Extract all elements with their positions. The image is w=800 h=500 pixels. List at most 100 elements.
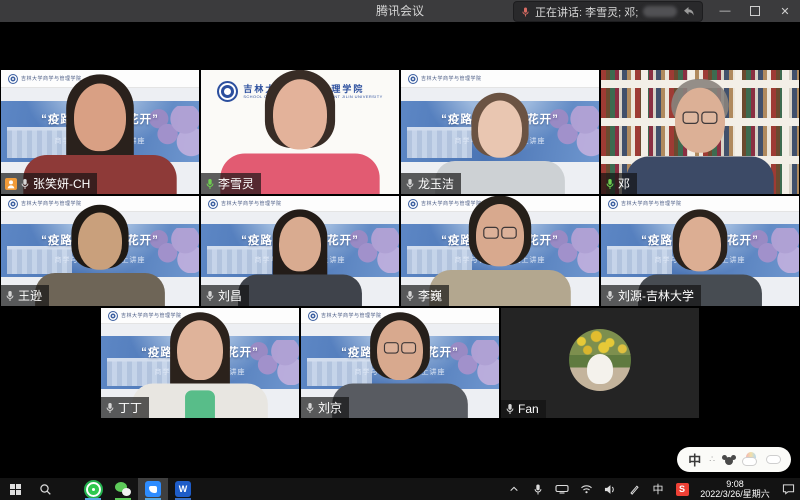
mic-icon (405, 178, 415, 190)
microphone-icon (533, 483, 543, 496)
minimize-button[interactable]: — (710, 0, 740, 22)
tencent-meeting-window: 腾讯会议 正在讲话: 李雪灵; 邓; — ✕ 吉林大学商学与管理 (0, 0, 800, 500)
participant-label: 刘源-吉林大学 (601, 285, 701, 306)
input-language-indicator: 中 (653, 481, 664, 497)
participant-tile[interactable]: 吉林大学商学与管理学院 “疫路同行 静待花开” 商学与管理学院 线上讲座 (1, 70, 199, 194)
person-head (273, 79, 327, 149)
tray-network-button[interactable] (574, 478, 598, 500)
person-inner-shirt (385, 390, 415, 418)
sogou-ime-icon: S (676, 483, 689, 496)
speaker-icon (604, 484, 616, 495)
person-inner-shirt (484, 277, 515, 306)
taskbar-word-app[interactable]: W (168, 478, 198, 500)
participant-name: 李巍 (418, 287, 442, 304)
notification-icon (782, 483, 795, 495)
participant-label: 王逊 (1, 285, 49, 306)
participant-tile[interactable]: 吉林大学商学与管理学院 SCHOOL OF BUSINESS AND MANAG… (201, 70, 399, 194)
school-header-strip: 吉林大学商学与管理学院 (401, 70, 599, 88)
school-logo-icon (108, 311, 118, 321)
ime-dots-icon[interactable]: ∴ (709, 454, 715, 465)
mic-icon (205, 290, 215, 302)
glasses-icon (382, 342, 419, 354)
school-name-small: 吉林大学商学与管理学院 (221, 200, 282, 207)
participant-silhouette (625, 79, 775, 194)
school-logo-icon (208, 199, 218, 209)
start-button[interactable] (0, 478, 30, 500)
action-center-button[interactable] (776, 478, 800, 500)
participant-tile[interactable]: 吉林大学商学与管理学院 “疫路同行 静待花开” 商学与管理学院 线上讲座 (1, 196, 199, 306)
ime-language-mode[interactable]: 中 (688, 450, 701, 469)
mic-icon (105, 402, 115, 414)
video-grid: 吉林大学商学与管理学院 “疫路同行 静待花开” 商学与管理学院 线上讲座 (0, 22, 800, 478)
participant-silhouette (331, 312, 469, 418)
participant-tile[interactable]: Fan (501, 308, 699, 418)
participant-name: 龙玉洁 (418, 175, 454, 192)
tencent-meeting-icon (145, 481, 161, 497)
participant-tile[interactable]: 吉林大学商学与管理学院 “疫路同行 静待花开” 商学与管理学院 线上讲座 (301, 308, 499, 418)
mic-icon (605, 178, 615, 190)
browser-app-icon (84, 480, 103, 499)
participant-name: 刘昌 (218, 287, 242, 304)
tray-sogou-button[interactable]: S (670, 478, 694, 500)
mic-icon (405, 290, 415, 302)
ime-rainbow-cloud-icon[interactable] (743, 454, 759, 465)
person-inner-shirt (286, 281, 313, 306)
clock-date: 2022/3/26/星期六 (700, 489, 770, 499)
ime-toolbar[interactable]: 中 ∴ (677, 447, 791, 472)
participant-tile[interactable]: 吉林大学商学与管理学院 “疫路同行 静待花开” 商学与管理学院 线上讲座 (601, 196, 799, 306)
tray-microphone-button[interactable] (526, 478, 550, 500)
participant-tile[interactable]: 邓 (601, 70, 799, 194)
taskbar-wechat-app[interactable] (108, 478, 138, 500)
person-inner-shirt (86, 280, 115, 306)
wifi-icon (580, 484, 593, 494)
windows-taskbar: W (0, 478, 800, 500)
tray-language-button[interactable]: 中 (646, 478, 670, 500)
mic-icon (5, 290, 15, 302)
taskbar-search-button[interactable] (30, 478, 60, 500)
participant-tile[interactable]: 吉林大学商学与管理学院 “疫路同行 静待花开” 商学与管理学院 线上讲座 (401, 70, 599, 194)
tray-cast-button[interactable] (550, 478, 574, 500)
school-name-small: 吉林大学商学与管理学院 (621, 200, 682, 207)
person-inner-shirt (282, 162, 317, 194)
participant-name: Fan (518, 402, 539, 416)
mic-icon (605, 290, 615, 302)
speaking-text: 正在讲话: 李雪灵; 邓; (535, 4, 638, 20)
mic-icon (505, 403, 515, 415)
glasses-icon (680, 112, 720, 125)
reply-arrow-icon[interactable] (682, 6, 695, 17)
school-logo-icon (8, 74, 18, 84)
person-head (78, 213, 122, 270)
video-grid-row-3: 吉林大学商学与管理学院 “疫路同行 静待花开” 商学与管理学院 线上讲座 (0, 308, 800, 418)
taskbar-clock[interactable]: 9:08 2022/3/26/星期六 (694, 478, 776, 500)
tray-volume-button[interactable] (598, 478, 622, 500)
tray-pen-button[interactable] (622, 478, 646, 500)
chevron-up-icon (509, 485, 519, 493)
titlebar[interactable]: 腾讯会议 正在讲话: 李雪灵; 邓; — ✕ (0, 0, 800, 22)
person-head (679, 217, 721, 272)
search-icon (39, 483, 52, 496)
ime-cloud-icon[interactable] (767, 456, 780, 463)
participant-name: 李雪灵 (218, 175, 254, 192)
taskbar-meeting-app[interactable] (138, 478, 168, 500)
participant-name: 丁丁 (118, 399, 142, 416)
glasses-icon (481, 227, 519, 239)
participant-name: 张笑妍-CH (33, 175, 90, 192)
participant-label: Fan (501, 400, 546, 418)
participant-label: 邓 (601, 173, 637, 194)
participant-tile[interactable]: 吉林大学商学与管理学院 “疫路同行 静待花开” 商学与管理学院 线上讲座 (201, 196, 399, 306)
person-head (279, 217, 321, 272)
pen-icon (629, 484, 640, 495)
close-button[interactable]: ✕ (770, 0, 800, 22)
speaking-toast[interactable]: 正在讲话: 李雪灵; 邓; (514, 2, 702, 21)
participant-tile[interactable]: 吉林大学商学与管理学院 “疫路同行 静待花开” 商学与管理学院 线上讲座 (401, 196, 599, 306)
taskbar-browser-app[interactable] (78, 478, 108, 500)
maximize-button[interactable] (740, 0, 770, 22)
participant-tile[interactable]: 吉林大学商学与管理学院 “疫路同行 静待花开” 商学与管理学院 线上讲座 (101, 308, 299, 418)
tray-expand-button[interactable] (502, 478, 526, 500)
ime-mickey-icon[interactable] (723, 455, 735, 465)
maximize-icon (750, 6, 760, 16)
participant-name: 刘源-吉林大学 (618, 287, 694, 304)
participant-label: 刘京 (301, 397, 349, 418)
cast-device-icon (555, 484, 569, 494)
participant-name: 邓 (618, 175, 630, 192)
